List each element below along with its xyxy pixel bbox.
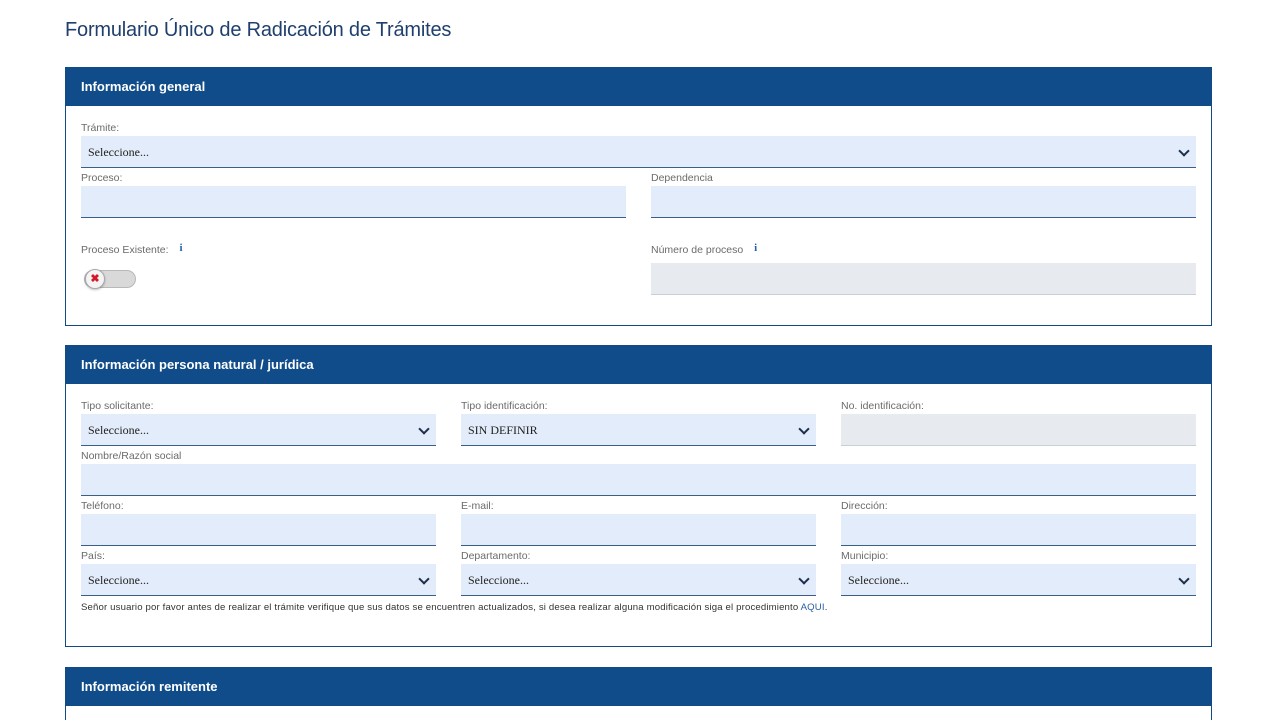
nombre-field: Nombre/Razón social xyxy=(81,449,1196,496)
municipio-field: Municipio: Seleccione... xyxy=(841,549,1196,596)
tramite-select[interactable]: Seleccione... xyxy=(81,136,1196,168)
numero-proceso-label-wrap: Número de proceso i xyxy=(651,243,1196,257)
info-icon[interactable]: i xyxy=(179,243,182,254)
panel-informacion-general: Información general Trámite: Seleccione.… xyxy=(65,67,1212,326)
telefono-input[interactable] xyxy=(81,514,436,546)
tipo-identificacion-select[interactable]: SIN DEFINIR xyxy=(461,414,816,446)
chevron-down-icon xyxy=(418,573,430,585)
email-input[interactable] xyxy=(461,514,816,546)
email-field: E-mail: xyxy=(461,499,816,546)
chevron-down-icon xyxy=(1178,145,1190,157)
panel-header-persona: Información persona natural / jurídica xyxy=(66,346,1211,384)
direccion-field: Dirección: xyxy=(841,499,1196,546)
proceso-input[interactable] xyxy=(81,186,626,218)
telefono-field: Teléfono: xyxy=(81,499,436,546)
dependencia-label: Dependencia xyxy=(651,172,713,184)
numero-proceso-field: Número de proceso i xyxy=(651,243,1196,296)
municipio-selected-value: Seleccione... xyxy=(848,573,909,587)
update-notice-end: . xyxy=(824,602,828,613)
tipo-identificacion-label: Tipo identificación: xyxy=(461,400,548,412)
telefono-label: Teléfono: xyxy=(81,500,124,512)
aqui-link[interactable]: AQUI xyxy=(801,602,825,613)
pais-selected-value: Seleccione... xyxy=(88,573,149,587)
departamento-field: Departamento: Seleccione... xyxy=(461,549,816,596)
info-icon[interactable]: i xyxy=(754,243,757,254)
no-identificacion-label: No. identificación: xyxy=(841,400,924,412)
tramite-selected-value: Seleccione... xyxy=(88,145,149,159)
tramite-label: Trámite: xyxy=(81,122,120,134)
proceso-label: Proceso: xyxy=(81,172,123,184)
nombre-input[interactable] xyxy=(81,464,1196,496)
municipio-label: Municipio: xyxy=(841,550,889,562)
departamento-label: Departamento: xyxy=(461,550,531,562)
chevron-down-icon xyxy=(1178,573,1190,585)
municipio-select[interactable]: Seleccione... xyxy=(841,564,1196,596)
panel-header-general: Información general xyxy=(66,68,1211,106)
proceso-existente-field: Proceso Existente: i ✖ xyxy=(81,243,381,293)
dependencia-field: Dependencia xyxy=(651,171,1196,218)
direccion-input[interactable] xyxy=(841,514,1196,546)
departamento-selected-value: Seleccione... xyxy=(468,573,529,587)
pais-field: País: Seleccione... xyxy=(81,549,436,596)
numero-proceso-label: Número de proceso xyxy=(651,244,744,256)
tipo-solicitante-label: Tipo solicitante: xyxy=(81,400,154,412)
panel-informacion-persona: Información persona natural / jurídica T… xyxy=(65,345,1212,647)
proceso-existente-label: Proceso Existente: xyxy=(81,244,169,256)
direccion-label: Dirección: xyxy=(841,500,888,512)
tramite-field: Trámite: Seleccione... xyxy=(81,121,1196,168)
update-notice-text: Señor usuario por favor antes de realiza… xyxy=(81,602,801,613)
close-icon: ✖ xyxy=(85,269,105,289)
proceso-existente-label-wrap: Proceso Existente: i xyxy=(81,243,381,257)
dependencia-input[interactable] xyxy=(651,186,1196,218)
panel-header-remitente: Información remitente xyxy=(66,668,1211,706)
tipo-solicitante-field: Tipo solicitante: Seleccione... xyxy=(81,399,436,446)
pais-select[interactable]: Seleccione... xyxy=(81,564,436,596)
update-notice: Señor usuario por favor antes de realiza… xyxy=(81,602,828,613)
no-identificacion-input xyxy=(841,414,1196,446)
tipo-identificacion-selected-value: SIN DEFINIR xyxy=(468,423,538,437)
numero-proceso-input xyxy=(651,263,1196,295)
page-title: Formulario Único de Radicación de Trámit… xyxy=(65,19,452,41)
chevron-down-icon xyxy=(798,423,810,435)
panel-informacion-remitente: Información remitente xyxy=(65,667,1212,720)
email-label: E-mail: xyxy=(461,500,494,512)
proceso-existente-toggle[interactable]: ✖ xyxy=(84,269,136,289)
departamento-select[interactable]: Seleccione... xyxy=(461,564,816,596)
chevron-down-icon xyxy=(798,573,810,585)
tipo-solicitante-select[interactable]: Seleccione... xyxy=(81,414,436,446)
chevron-down-icon xyxy=(418,423,430,435)
proceso-field: Proceso: xyxy=(81,171,626,218)
nombre-label: Nombre/Razón social xyxy=(81,450,182,462)
tipo-identificacion-field: Tipo identificación: SIN DEFINIR xyxy=(461,399,816,446)
no-identificacion-field: No. identificación: xyxy=(841,399,1196,446)
tipo-solicitante-selected-value: Seleccione... xyxy=(88,423,149,437)
pais-label: País: xyxy=(81,550,105,562)
